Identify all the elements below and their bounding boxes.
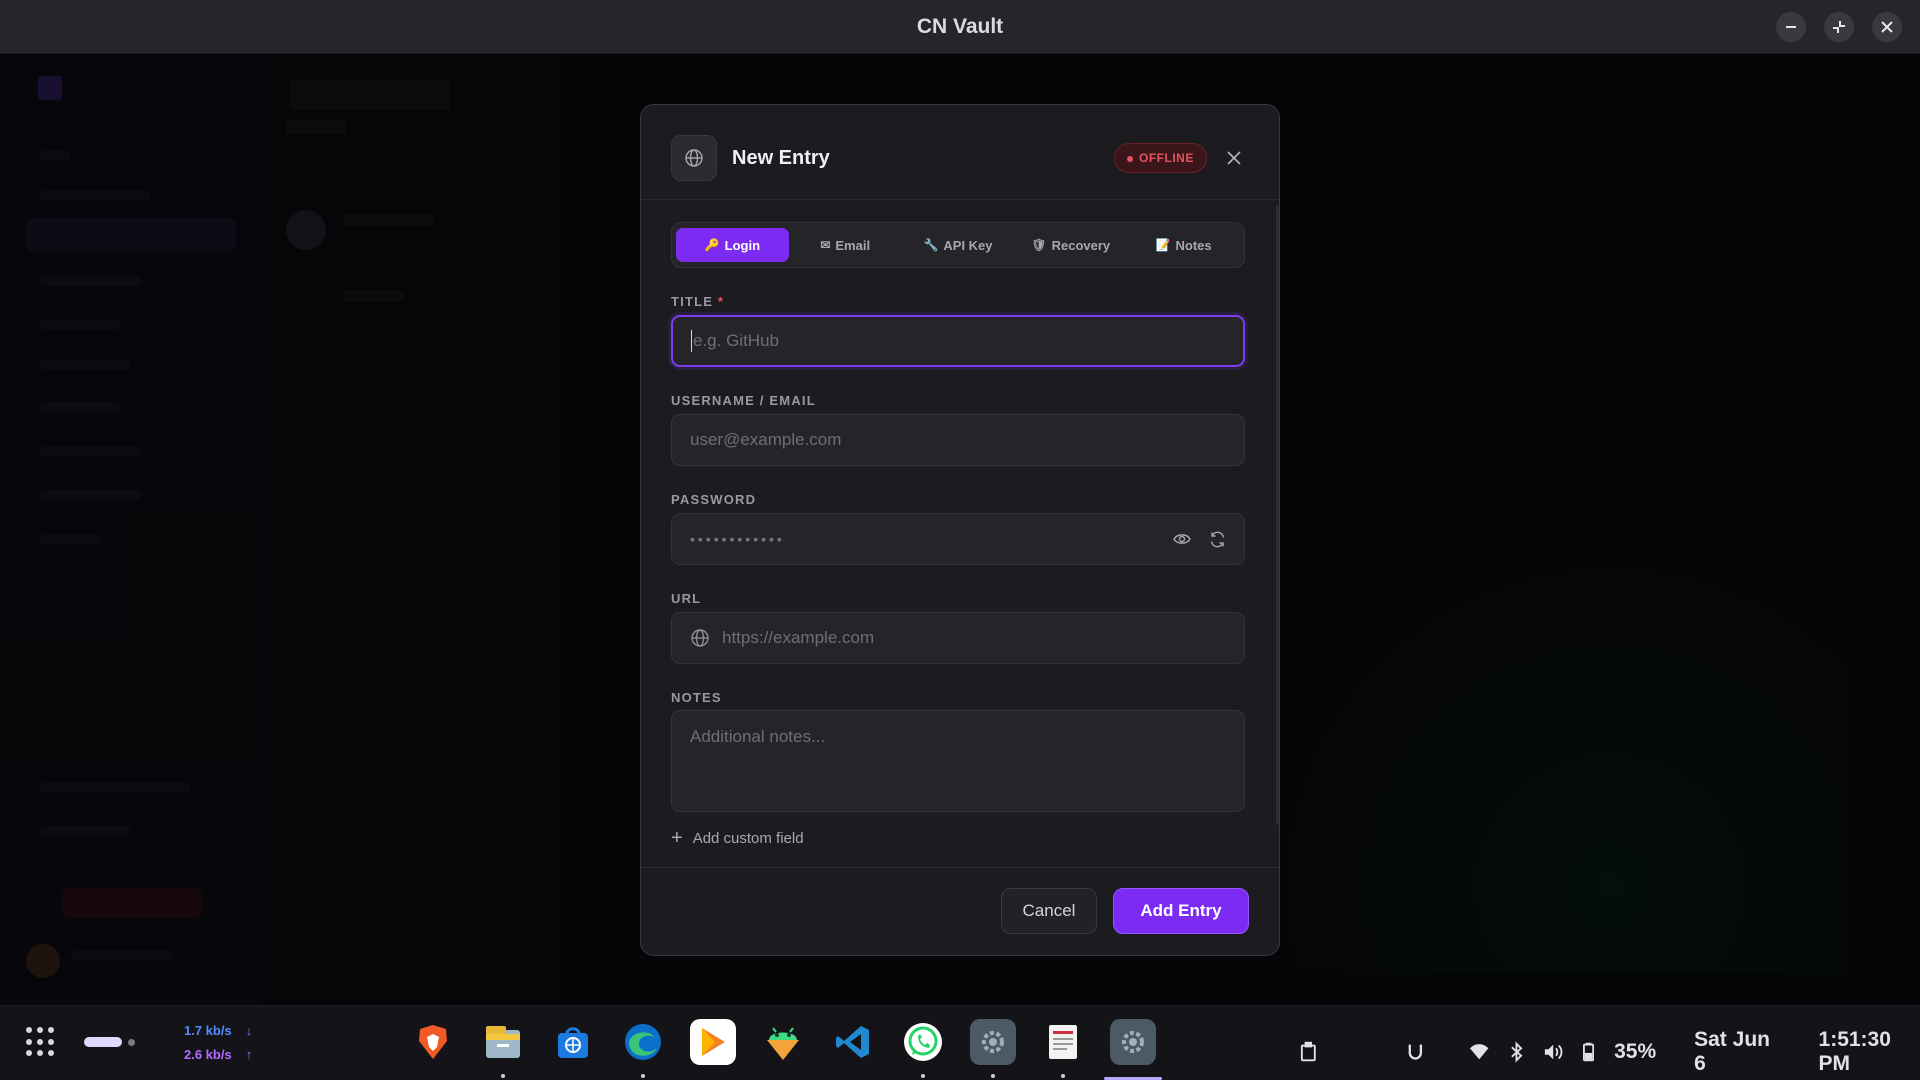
dialog-footer: Cancel Add Entry	[641, 867, 1279, 955]
system-tray: 35% Sat Jun 6 1:51:30 PM	[1300, 1028, 1920, 1076]
vscode-icon[interactable]	[830, 1019, 876, 1065]
window-controls	[1776, 12, 1902, 42]
taskbar-apps	[410, 1019, 1162, 1080]
cancel-button[interactable]: Cancel	[1001, 888, 1097, 934]
software-store-icon[interactable]	[550, 1019, 596, 1065]
title-input[interactable]: e.g. GitHub	[671, 315, 1245, 367]
url-input[interactable]: https://example.com	[671, 612, 1245, 664]
globe-icon	[691, 629, 709, 647]
files-icon[interactable]	[480, 1019, 526, 1078]
settings-icon[interactable]	[970, 1019, 1016, 1078]
edge-browser-icon[interactable]	[620, 1019, 666, 1078]
clipboard-icon[interactable]	[1300, 1041, 1317, 1063]
play-store-icon[interactable]	[690, 1019, 736, 1065]
tab-notes[interactable]: 📝 Notes	[1127, 228, 1240, 262]
workspace-indicator[interactable]	[84, 1037, 135, 1047]
entry-type-icon-box	[671, 135, 717, 181]
bluetooth-icon[interactable]	[1510, 1041, 1523, 1063]
download-speed: 1.7 kb/s	[184, 1023, 232, 1038]
refresh-icon[interactable]	[1209, 531, 1226, 548]
dialog-header: New Entry OFFLINE	[641, 105, 1279, 200]
wrench-icon: 🔧	[923, 238, 939, 252]
close-icon	[1227, 151, 1241, 165]
memo-icon: 📝	[1155, 238, 1171, 252]
notes-textarea[interactable]: Additional notes...	[671, 710, 1245, 812]
restore-button[interactable]	[1824, 12, 1854, 42]
arrow-down-icon: ↓	[245, 1023, 253, 1038]
whatsapp-icon[interactable]	[900, 1019, 946, 1078]
android-studio-icon[interactable]	[760, 1019, 806, 1065]
arrow-up-icon: ↑	[245, 1047, 253, 1062]
settings-active-icon[interactable]	[1104, 1019, 1162, 1080]
password-masked-value: ••••••••••••	[690, 531, 785, 547]
close-icon	[1881, 21, 1893, 33]
restore-icon	[1833, 21, 1845, 33]
status-dot-icon	[1127, 156, 1133, 162]
window-titlebar: CN Vault	[0, 0, 1920, 54]
dialog-scrollbar[interactable]	[1276, 205, 1279, 825]
title-label: TITLE *	[671, 294, 725, 309]
password-label: PASSWORD	[671, 492, 757, 507]
add-custom-field-button[interactable]: + Add custom field	[671, 828, 804, 848]
close-window-button[interactable]	[1872, 12, 1902, 42]
minimize-icon	[1786, 26, 1796, 28]
battery-icon	[1582, 1042, 1595, 1062]
entry-type-tabs: 🔑 Login ✉ Email 🔧 API Key 🛡 Recovery 📝 Notes	[671, 222, 1245, 268]
required-mark: *	[717, 294, 725, 309]
text-editor-icon[interactable]	[1040, 1019, 1086, 1078]
add-entry-button[interactable]: Add Entry	[1113, 888, 1249, 934]
tab-api-key[interactable]: 🔧 API Key	[902, 228, 1015, 262]
tab-login[interactable]: 🔑 Login	[676, 228, 789, 262]
url-label: URL	[671, 591, 702, 606]
network-speed: 1.7 kb/s ↓ 2.6 kb/s ↑	[184, 1019, 252, 1067]
wifi-icon[interactable]	[1469, 1043, 1489, 1061]
offline-status-badge: OFFLINE	[1114, 143, 1207, 173]
app-launcher-icon[interactable]	[26, 1027, 56, 1057]
magnet-icon[interactable]	[1407, 1042, 1424, 1062]
dialog-close-button[interactable]	[1221, 145, 1247, 171]
tab-email[interactable]: ✉ Email	[789, 228, 902, 262]
new-entry-dialog: New Entry OFFLINE 🔑 Login ✉ Email 🔧 API Key…	[640, 104, 1280, 956]
dialog-title: New Entry	[732, 147, 830, 169]
plus-icon: +	[671, 827, 683, 849]
password-input[interactable]: ••••••••••••	[671, 513, 1245, 565]
battery-percent: 35%	[1614, 1040, 1657, 1063]
date-label[interactable]: Sat Jun 6	[1694, 1028, 1780, 1076]
username-input[interactable]: user@example.com	[671, 414, 1245, 466]
notes-label: NOTES	[671, 690, 722, 705]
tab-recovery[interactable]: 🛡 Recovery	[1014, 228, 1127, 262]
globe-icon	[685, 149, 703, 167]
envelope-icon: ✉	[820, 238, 831, 252]
clock[interactable]: 1:51:30 PM	[1819, 1028, 1920, 1076]
window-title: CN Vault	[916, 14, 1004, 38]
taskbar: 1.7 kb/s ↓ 2.6 kb/s ↑ 35% Sat Jun 6 1:51…	[0, 1005, 1920, 1080]
username-label: USERNAME / EMAIL	[671, 393, 816, 408]
text-caret	[691, 330, 692, 352]
shield-icon: 🛡	[1031, 238, 1047, 252]
brave-icon[interactable]	[410, 1019, 456, 1065]
minimize-button[interactable]	[1776, 12, 1806, 42]
eye-icon[interactable]	[1173, 532, 1191, 546]
upload-speed: 2.6 kb/s	[184, 1047, 232, 1062]
volume-icon[interactable]	[1543, 1042, 1563, 1062]
key-icon: 🔑	[704, 238, 720, 252]
